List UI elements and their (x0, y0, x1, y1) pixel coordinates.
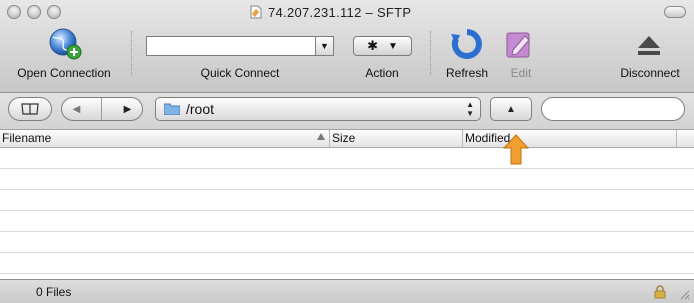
window-title-text: 74.207.231.112 – SFTP (268, 4, 412, 20)
edit-icon (506, 32, 530, 58)
refresh-label: Refresh (445, 66, 489, 80)
chevron-down-icon: ▼ (320, 41, 329, 51)
table-row (0, 190, 694, 211)
folder-icon (164, 103, 180, 115)
search-input[interactable] (541, 97, 685, 121)
table-row (0, 169, 694, 190)
document-icon (250, 5, 262, 19)
globe-add-icon (49, 28, 82, 60)
up-arrow-icon: ▲ (506, 103, 516, 115)
column-label: Size (332, 131, 356, 145)
sftp-window: 74.207.231.112 – SFTP Open Connection ▼ … (0, 0, 694, 303)
status-bar: 0 Files (0, 279, 694, 303)
column-header-size[interactable]: Size (330, 130, 463, 147)
eject-icon (638, 36, 660, 55)
toolbar-separator (430, 31, 432, 75)
divider (101, 98, 103, 120)
quick-connect-item: Quick Connect (180, 24, 300, 88)
file-list[interactable] (0, 148, 694, 279)
disconnect-label: Disconnect (620, 66, 680, 80)
minimize-window-button[interactable] (27, 5, 41, 19)
navigation-bar: ◀ ▶ /root ▲ ▼ ▲ (0, 93, 694, 130)
column-header-filename[interactable]: Filename (0, 130, 330, 147)
toolbar-separator (131, 31, 133, 75)
refresh-button[interactable]: Refresh (438, 24, 496, 88)
current-path: /root (186, 101, 215, 117)
table-row (0, 253, 694, 274)
close-window-button[interactable] (7, 5, 21, 19)
action-label: Action (365, 66, 399, 80)
refresh-icon (451, 29, 482, 59)
table-row (0, 148, 694, 169)
column-label: Filename (2, 131, 52, 145)
history-nav-group: ◀ ▶ (61, 97, 143, 121)
table-row (0, 211, 694, 232)
toolbar-region: 74.207.231.112 – SFTP Open Connection ▼ … (0, 0, 694, 93)
quick-connect-dropdown-button[interactable]: ▼ (316, 36, 334, 56)
sort-ascending-icon (317, 133, 325, 140)
disconnect-button[interactable]: Disconnect (610, 24, 690, 88)
pointer-arrow-icon (502, 134, 530, 165)
file-count: 0 Files (36, 285, 72, 299)
path-selector[interactable]: /root ▲ ▼ (155, 97, 481, 121)
column-header-modified[interactable]: Modified (463, 130, 677, 147)
bookmarks-button[interactable] (8, 97, 52, 121)
lock-icon (654, 285, 666, 299)
table-row (0, 232, 694, 253)
updown-arrows-icon: ▲ ▼ (466, 100, 474, 118)
book-icon (21, 103, 39, 115)
title-bar: 74.207.231.112 – SFTP (0, 0, 694, 24)
back-arrow-icon[interactable]: ◀ (73, 104, 81, 115)
window-title: 74.207.231.112 – SFTP (250, 4, 470, 20)
resize-grip-icon[interactable] (680, 290, 690, 300)
toolbar-toggle-button[interactable] (664, 6, 686, 18)
file-table-header: Filename Size Modified (0, 130, 694, 148)
edit-label: Edit (510, 66, 532, 80)
parent-directory-button[interactable]: ▲ (490, 97, 532, 121)
action-item: Action (348, 24, 416, 88)
forward-arrow-icon[interactable]: ▶ (124, 104, 132, 115)
quick-connect-label: Quick Connect (200, 66, 280, 80)
edit-button[interactable]: Edit (498, 24, 544, 88)
zoom-window-button[interactable] (47, 5, 61, 19)
open-connection-label: Open Connection (17, 66, 111, 80)
open-connection-button[interactable]: Open Connection (4, 24, 124, 88)
